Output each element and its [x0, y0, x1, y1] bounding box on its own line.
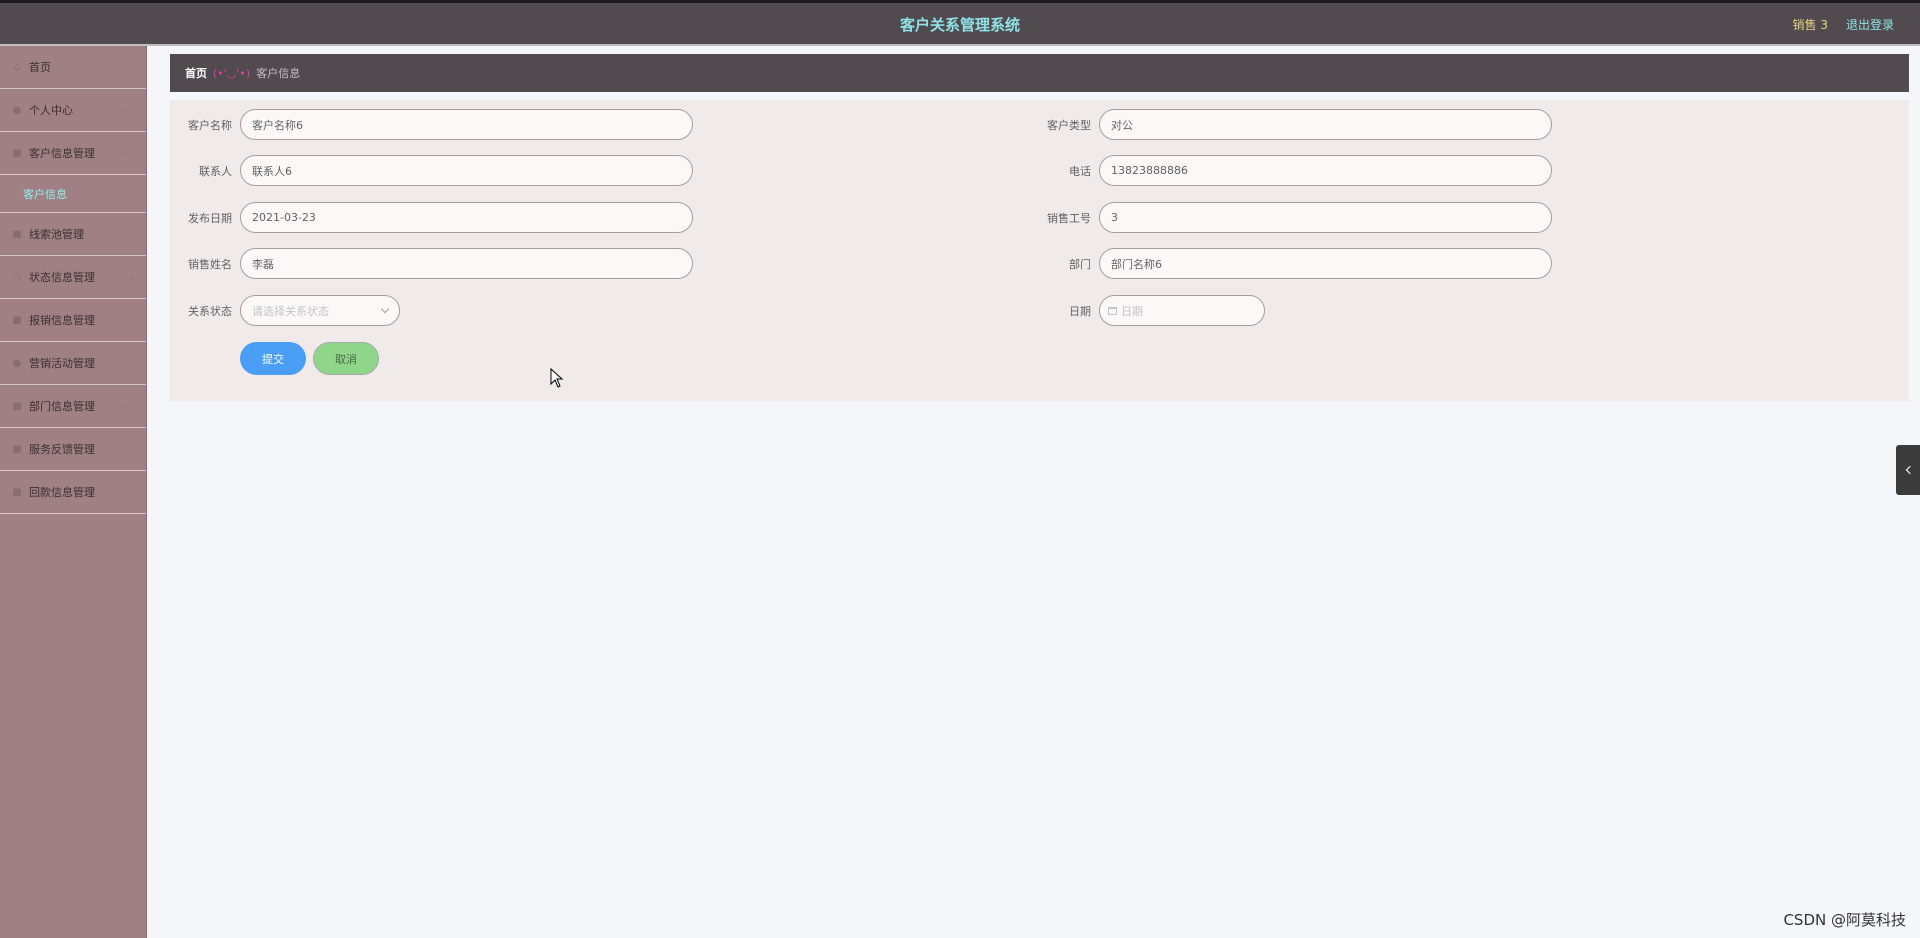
chevron-down-icon [123, 227, 134, 238]
sidebar-item-reimbursement[interactable]: ■ 报销信息管理 [0, 299, 146, 342]
contact-label: 联系人 [199, 164, 232, 178]
breadcrumb-separator: (•'◡'•) [213, 66, 251, 80]
sales-id-label: 销售工号 [1047, 211, 1091, 225]
department-label: 部门 [1069, 257, 1091, 271]
sidebar-item-department[interactable]: ■ 部门信息管理 [0, 385, 146, 428]
logout-link[interactable]: 退出登录 [1846, 16, 1894, 33]
sidebar-item-label: 首页 [29, 61, 51, 74]
grid-icon: ■ [12, 400, 22, 412]
chevron-down-icon [123, 485, 134, 496]
sidebar-item-customer-info[interactable]: ■ 客户信息管理 [0, 132, 146, 175]
sidebar-item-leads-pool[interactable]: ■ 线索池管理 [0, 213, 146, 256]
date-picker[interactable]: 日期 [1099, 295, 1265, 326]
sidebar-item-label: 线索池管理 [29, 228, 84, 241]
grid-icon: ■ [12, 314, 22, 326]
customer-type-input[interactable] [1099, 109, 1552, 140]
grid-icon: ■ [12, 486, 22, 498]
grid-icon: ■ [12, 228, 22, 240]
current-user-label: 销售 3 [1792, 18, 1828, 32]
cancel-button[interactable]: 取消 [313, 342, 379, 375]
watermark: CSDN @阿莫科技 [1783, 911, 1906, 929]
sidebar: ⌂ 首页 ● 个人中心 ■ 客户信息管理 客户信息 ■ 线索池管理 ○ 状态信息… [0, 46, 147, 938]
sidebar-item-label: 状态信息管理 [29, 271, 95, 284]
customer-form: 客户名称 联系人 发布日期 销售姓名 关系状态 请选择关系状态 客户类型 电话 … [170, 100, 1909, 401]
chevron-down-icon [123, 442, 134, 453]
app-title: 客户关系管理系统 [899, 16, 1020, 34]
contact-input[interactable] [240, 155, 693, 186]
relation-status-select[interactable]: 请选择关系状态 [240, 295, 400, 326]
customer-name-input[interactable] [240, 109, 693, 140]
customer-name-label: 客户名称 [188, 118, 232, 132]
chevron-down-icon [123, 356, 134, 367]
department-input[interactable] [1099, 248, 1552, 279]
sidebar-item-label: 部门信息管理 [29, 400, 95, 413]
publish-date-input[interactable] [240, 202, 693, 233]
breadcrumb: 首页 (•'◡'•) 客户信息 [170, 54, 1909, 92]
header-user-area: 销售 3 退出登录 [1793, 16, 1894, 33]
sidebar-item-label: 个人中心 [29, 104, 73, 117]
sidebar-item-service-feedback[interactable]: ■ 服务反馈管理 [0, 428, 146, 471]
publish-date-field: 发布日期 [182, 202, 693, 233]
breadcrumb-home-link[interactable]: 首页 [185, 65, 207, 81]
sales-name-input[interactable] [240, 248, 693, 279]
sidebar-item-label: 营销活动管理 [29, 357, 95, 370]
phone-label: 电话 [1069, 164, 1091, 178]
phone-field: 电话 [1037, 155, 1552, 186]
date-label: 日期 [1069, 304, 1091, 318]
chevron-down-icon [123, 103, 134, 114]
chevron-down-icon [123, 313, 134, 324]
submit-button[interactable]: 提交 [240, 342, 306, 375]
chevron-up-icon [123, 150, 134, 161]
top-header: 客户关系管理系统 销售 3 退出登录 [0, 0, 1920, 46]
customer-type-label: 客户类型 [1047, 118, 1091, 132]
chevron-down-icon [123, 399, 134, 410]
sales-id-input[interactable] [1099, 202, 1552, 233]
panel-toggle-button[interactable] [1896, 445, 1920, 495]
sidebar-item-status-info[interactable]: ○ 状态信息管理 [0, 256, 146, 299]
date-placeholder: 日期 [1121, 304, 1143, 318]
sales-name-label: 销售姓名 [188, 257, 232, 271]
chevron-down-icon [380, 304, 390, 314]
grid-icon: ■ [12, 443, 22, 455]
mouse-pointer-icon [550, 368, 564, 388]
sidebar-item-label: 报销信息管理 [29, 314, 95, 327]
relation-status-field: 关系状态 请选择关系状态 [182, 295, 400, 326]
sidebar-item-label: 客户信息管理 [29, 147, 95, 160]
customer-type-field: 客户类型 [1037, 109, 1552, 140]
user-icon: ● [12, 357, 22, 369]
breadcrumb-current: 客户信息 [256, 67, 301, 80]
chevron-left-icon [1905, 465, 1914, 475]
user-icon: ● [12, 104, 22, 116]
sales-name-field: 销售姓名 [182, 248, 693, 279]
sidebar-item-label: 服务反馈管理 [29, 443, 95, 456]
contact-field: 联系人 [182, 155, 693, 186]
sidebar-item-label: 回款信息管理 [29, 486, 95, 499]
sidebar-subitem-customer-info[interactable]: 客户信息 [0, 175, 146, 213]
phone-input[interactable] [1099, 155, 1552, 186]
sidebar-item-payment-collection[interactable]: ■ 回款信息管理 [0, 471, 146, 514]
chevron-down-icon [123, 270, 134, 281]
sales-id-field: 销售工号 [1037, 202, 1552, 233]
relation-status-label: 关系状态 [188, 304, 232, 318]
department-field: 部门 [1037, 248, 1552, 279]
sidebar-item-marketing[interactable]: ● 营销活动管理 [0, 342, 146, 385]
circle-icon: ○ [12, 271, 22, 283]
relation-status-placeholder: 请选择关系状态 [252, 304, 329, 318]
publish-date-label: 发布日期 [188, 211, 232, 225]
sidebar-item-personal-center[interactable]: ● 个人中心 [0, 89, 146, 132]
date-field: 日期 日期 [1037, 295, 1265, 326]
calendar-icon [1108, 306, 1117, 315]
grid-icon: ■ [12, 147, 22, 159]
home-icon: ⌂ [13, 61, 21, 73]
sidebar-item-home[interactable]: ⌂ 首页 [0, 46, 146, 89]
customer-name-field: 客户名称 [182, 109, 693, 140]
